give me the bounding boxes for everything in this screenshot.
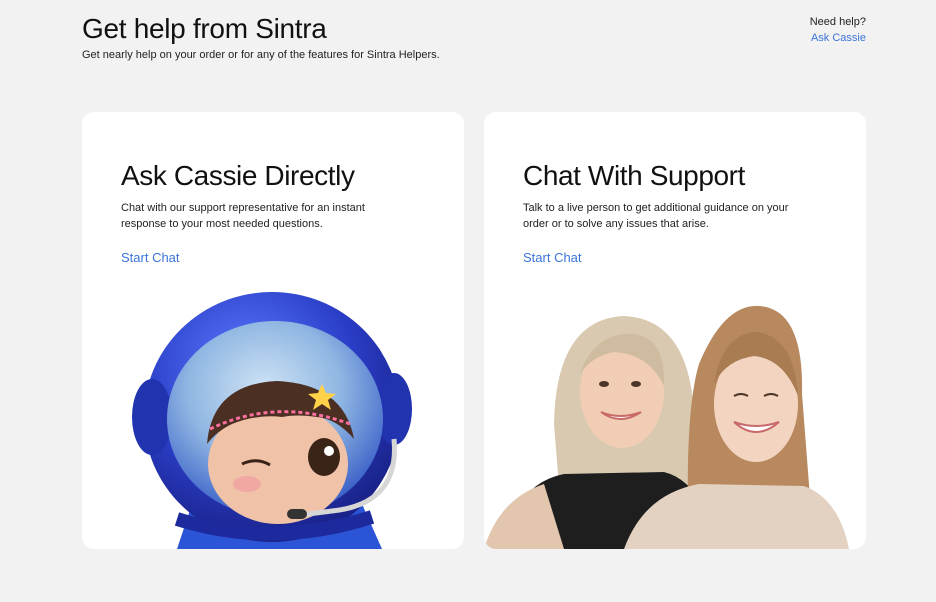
chat-support-card: Chat With Support Talk to a live person … bbox=[484, 112, 866, 549]
ask-cassie-description: Chat with our support representative for… bbox=[121, 202, 365, 230]
page-header: Get help from Sintra Get nearly help on … bbox=[82, 12, 440, 62]
chat-support-title: Chat With Support bbox=[523, 160, 745, 191]
cassie-astronaut-illustration bbox=[132, 292, 412, 549]
help-box: Need help? Ask Cassie bbox=[810, 14, 866, 46]
start-chat-support-button[interactable]: Start Chat bbox=[523, 250, 582, 265]
support-agents-photo bbox=[484, 305, 849, 549]
chat-support-description: Talk to a live person to get additional … bbox=[523, 202, 789, 230]
start-chat-cassie-button[interactable]: Start Chat bbox=[121, 250, 180, 265]
need-help-label: Need help? bbox=[809, 16, 866, 28]
ask-cassie-title: Ask Cassie Directly bbox=[121, 160, 355, 191]
ask-cassie-card: Ask Cassie Directly Chat with our suppor… bbox=[82, 112, 464, 549]
ask-cassie-link[interactable]: Ask Cassie bbox=[810, 30, 866, 46]
page-title: Get help from Sintra bbox=[82, 13, 327, 44]
page-subtitle: Get nearly help on your order or for any… bbox=[82, 49, 440, 61]
